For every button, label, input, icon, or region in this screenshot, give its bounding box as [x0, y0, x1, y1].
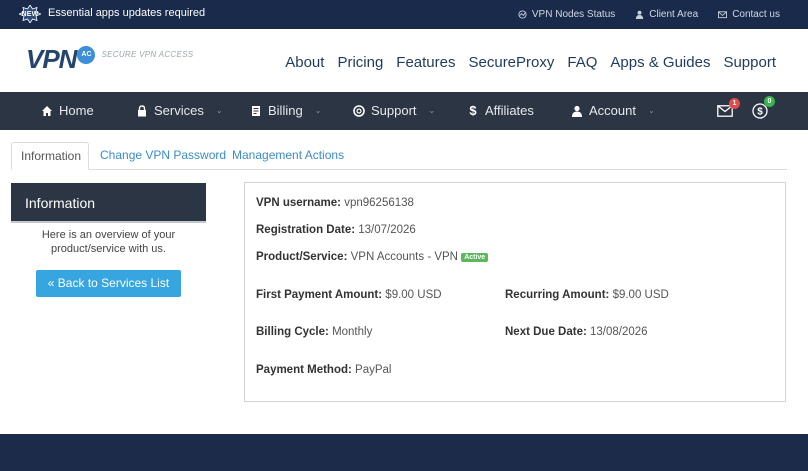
sidebar-title: Information — [11, 183, 206, 223]
first-payment-value: $9.00 USD — [385, 289, 442, 301]
mail-icon — [718, 11, 728, 19]
client-nav-support-label: Support — [371, 103, 417, 118]
billing-icon — [252, 105, 260, 116]
client-nav-billing[interactable]: Billing ⌄ — [250, 103, 321, 118]
nav-features[interactable]: Features — [396, 54, 455, 71]
new-badge: NEW — [19, 5, 41, 23]
svg-text:$: $ — [757, 107, 763, 118]
logo-text: VPN — [26, 43, 77, 74]
credit-button[interactable]: $ 0 — [752, 96, 775, 122]
credit-count: 0 — [764, 96, 775, 107]
username-label: VPN username: — [256, 197, 342, 209]
next-due-value: 13/08/2026 — [590, 326, 648, 338]
chevron-down-icon: ⌄ — [215, 106, 223, 115]
logo[interactable]: VPN AC SECURE VPN ACCESS — [26, 42, 193, 76]
top-links: VPN Nodes Status Client Area Contact us — [518, 9, 780, 20]
dollar-icon: $ — [469, 103, 477, 118]
nav-pricing[interactable]: Pricing — [337, 54, 383, 71]
tab-information[interactable]: Information — [11, 142, 89, 170]
notifications-button[interactable]: 1 — [717, 98, 740, 120]
client-nav-services[interactable]: Services ⌄ — [136, 103, 223, 118]
sidebar-description: Here is an overview of your product/serv… — [11, 228, 206, 256]
sidebar-panel: Information Here is an overview of your … — [11, 183, 206, 300]
sidebar-description-line: product/service with us. — [51, 243, 166, 255]
contact-us-link[interactable]: Contact us — [718, 9, 780, 20]
registration-row: Registration Date: 13/07/2026 — [256, 224, 416, 236]
recurring-label: Recurring Amount: — [505, 289, 610, 301]
client-nav-billing-label: Billing — [268, 103, 303, 118]
next-due-label: Next Due Date: — [505, 326, 587, 338]
new-badge-label: NEW — [21, 10, 39, 18]
billing-cycle-value: Monthly — [332, 326, 373, 338]
contact-us-label: Contact us — [732, 9, 780, 20]
payment-method-label: Payment Method: — [256, 364, 352, 376]
back-to-services-button[interactable]: « Back to Services List — [36, 270, 181, 297]
announcement-bar: NEW Essential apps updates required VPN … — [0, 0, 808, 29]
payment-method-value: PayPal — [355, 364, 392, 376]
tab-change-vpn-password[interactable]: Change VPN Password — [91, 142, 235, 170]
lifebuoy-icon — [353, 104, 365, 117]
billing-cycle-label: Billing Cycle: — [256, 326, 329, 338]
footer-band — [0, 434, 808, 471]
client-nav-support[interactable]: Support ⌄ — [353, 103, 435, 118]
service-info-panel: VPN username: vpn96256138 Registration D… — [244, 182, 786, 402]
product-row: Product/Service: VPN Accounts - VPN Acti… — [256, 251, 489, 263]
client-nav-services-label: Services — [154, 103, 204, 118]
nav-secureproxy[interactable]: SecureProxy — [469, 54, 555, 71]
nav-faq[interactable]: FAQ — [567, 54, 597, 71]
client-nav-account[interactable]: Account ⌄ — [571, 103, 655, 118]
announcement-text[interactable]: Essential apps updates required — [48, 7, 205, 19]
client-nav-home[interactable]: Home — [41, 103, 94, 118]
client-area-link[interactable]: Client Area — [635, 9, 698, 20]
status-icon — [518, 10, 527, 19]
chevron-down-icon: ⌄ — [428, 106, 436, 115]
user-icon — [636, 10, 644, 19]
registration-label: Registration Date: — [256, 224, 356, 236]
product-label: Product/Service: — [256, 251, 348, 263]
client-nav-home-label: Home — [59, 103, 94, 118]
notification-count: 1 — [729, 98, 740, 109]
home-icon — [42, 105, 52, 116]
client-nav-affiliates-label: Affiliates — [485, 103, 534, 118]
payment-method-row: Payment Method: PayPal — [256, 364, 391, 376]
registration-value: 13/07/2026 — [358, 224, 416, 236]
product-value: VPN Accounts - VPN — [350, 251, 458, 263]
site-header: VPN AC SECURE VPN ACCESS About Pricing F… — [0, 29, 808, 92]
logo-badge: AC — [77, 46, 96, 64]
client-nav: Home Services ⌄ Billing ⌄ Support ⌄ $ Af… — [0, 92, 808, 130]
vpn-nodes-status-link[interactable]: VPN Nodes Status — [518, 9, 615, 20]
chevron-down-icon: ⌄ — [647, 106, 655, 115]
tab-management-actions[interactable]: Management Actions — [223, 142, 353, 170]
client-nav-affiliates[interactable]: $ Affiliates — [467, 103, 534, 118]
next-due-row: Next Due Date: 13/08/2026 — [505, 326, 648, 338]
lock-icon — [138, 104, 146, 116]
username-value: vpn96256138 — [344, 197, 414, 209]
nav-support[interactable]: Support — [723, 54, 776, 71]
status-badge: Active — [461, 253, 489, 262]
client-area-label: Client Area — [649, 9, 699, 20]
client-nav-account-label: Account — [589, 103, 636, 118]
first-payment-row: First Payment Amount: $9.00 USD — [256, 289, 442, 301]
username-row: VPN username: vpn96256138 — [256, 197, 414, 209]
sidebar-description-line: Here is an overview of your — [41, 229, 176, 241]
recurring-value: $9.00 USD — [612, 289, 669, 301]
service-tabs: Information Change VPN Password Manageme… — [11, 142, 787, 170]
recurring-row: Recurring Amount: $9.00 USD — [505, 289, 669, 301]
main-nav: About Pricing Features SecureProxy FAQ A… — [285, 54, 776, 71]
user-icon — [572, 105, 582, 117]
nav-apps-guides[interactable]: Apps & Guides — [610, 54, 710, 71]
chevron-down-icon: ⌄ — [314, 106, 322, 115]
first-payment-label: First Payment Amount: — [256, 289, 383, 301]
billing-cycle-row: Billing Cycle: Monthly — [256, 326, 372, 338]
vpn-nodes-status-label: VPN Nodes Status — [531, 9, 616, 20]
nav-about[interactable]: About — [285, 54, 324, 71]
logo-tagline: SECURE VPN ACCESS — [101, 49, 194, 59]
